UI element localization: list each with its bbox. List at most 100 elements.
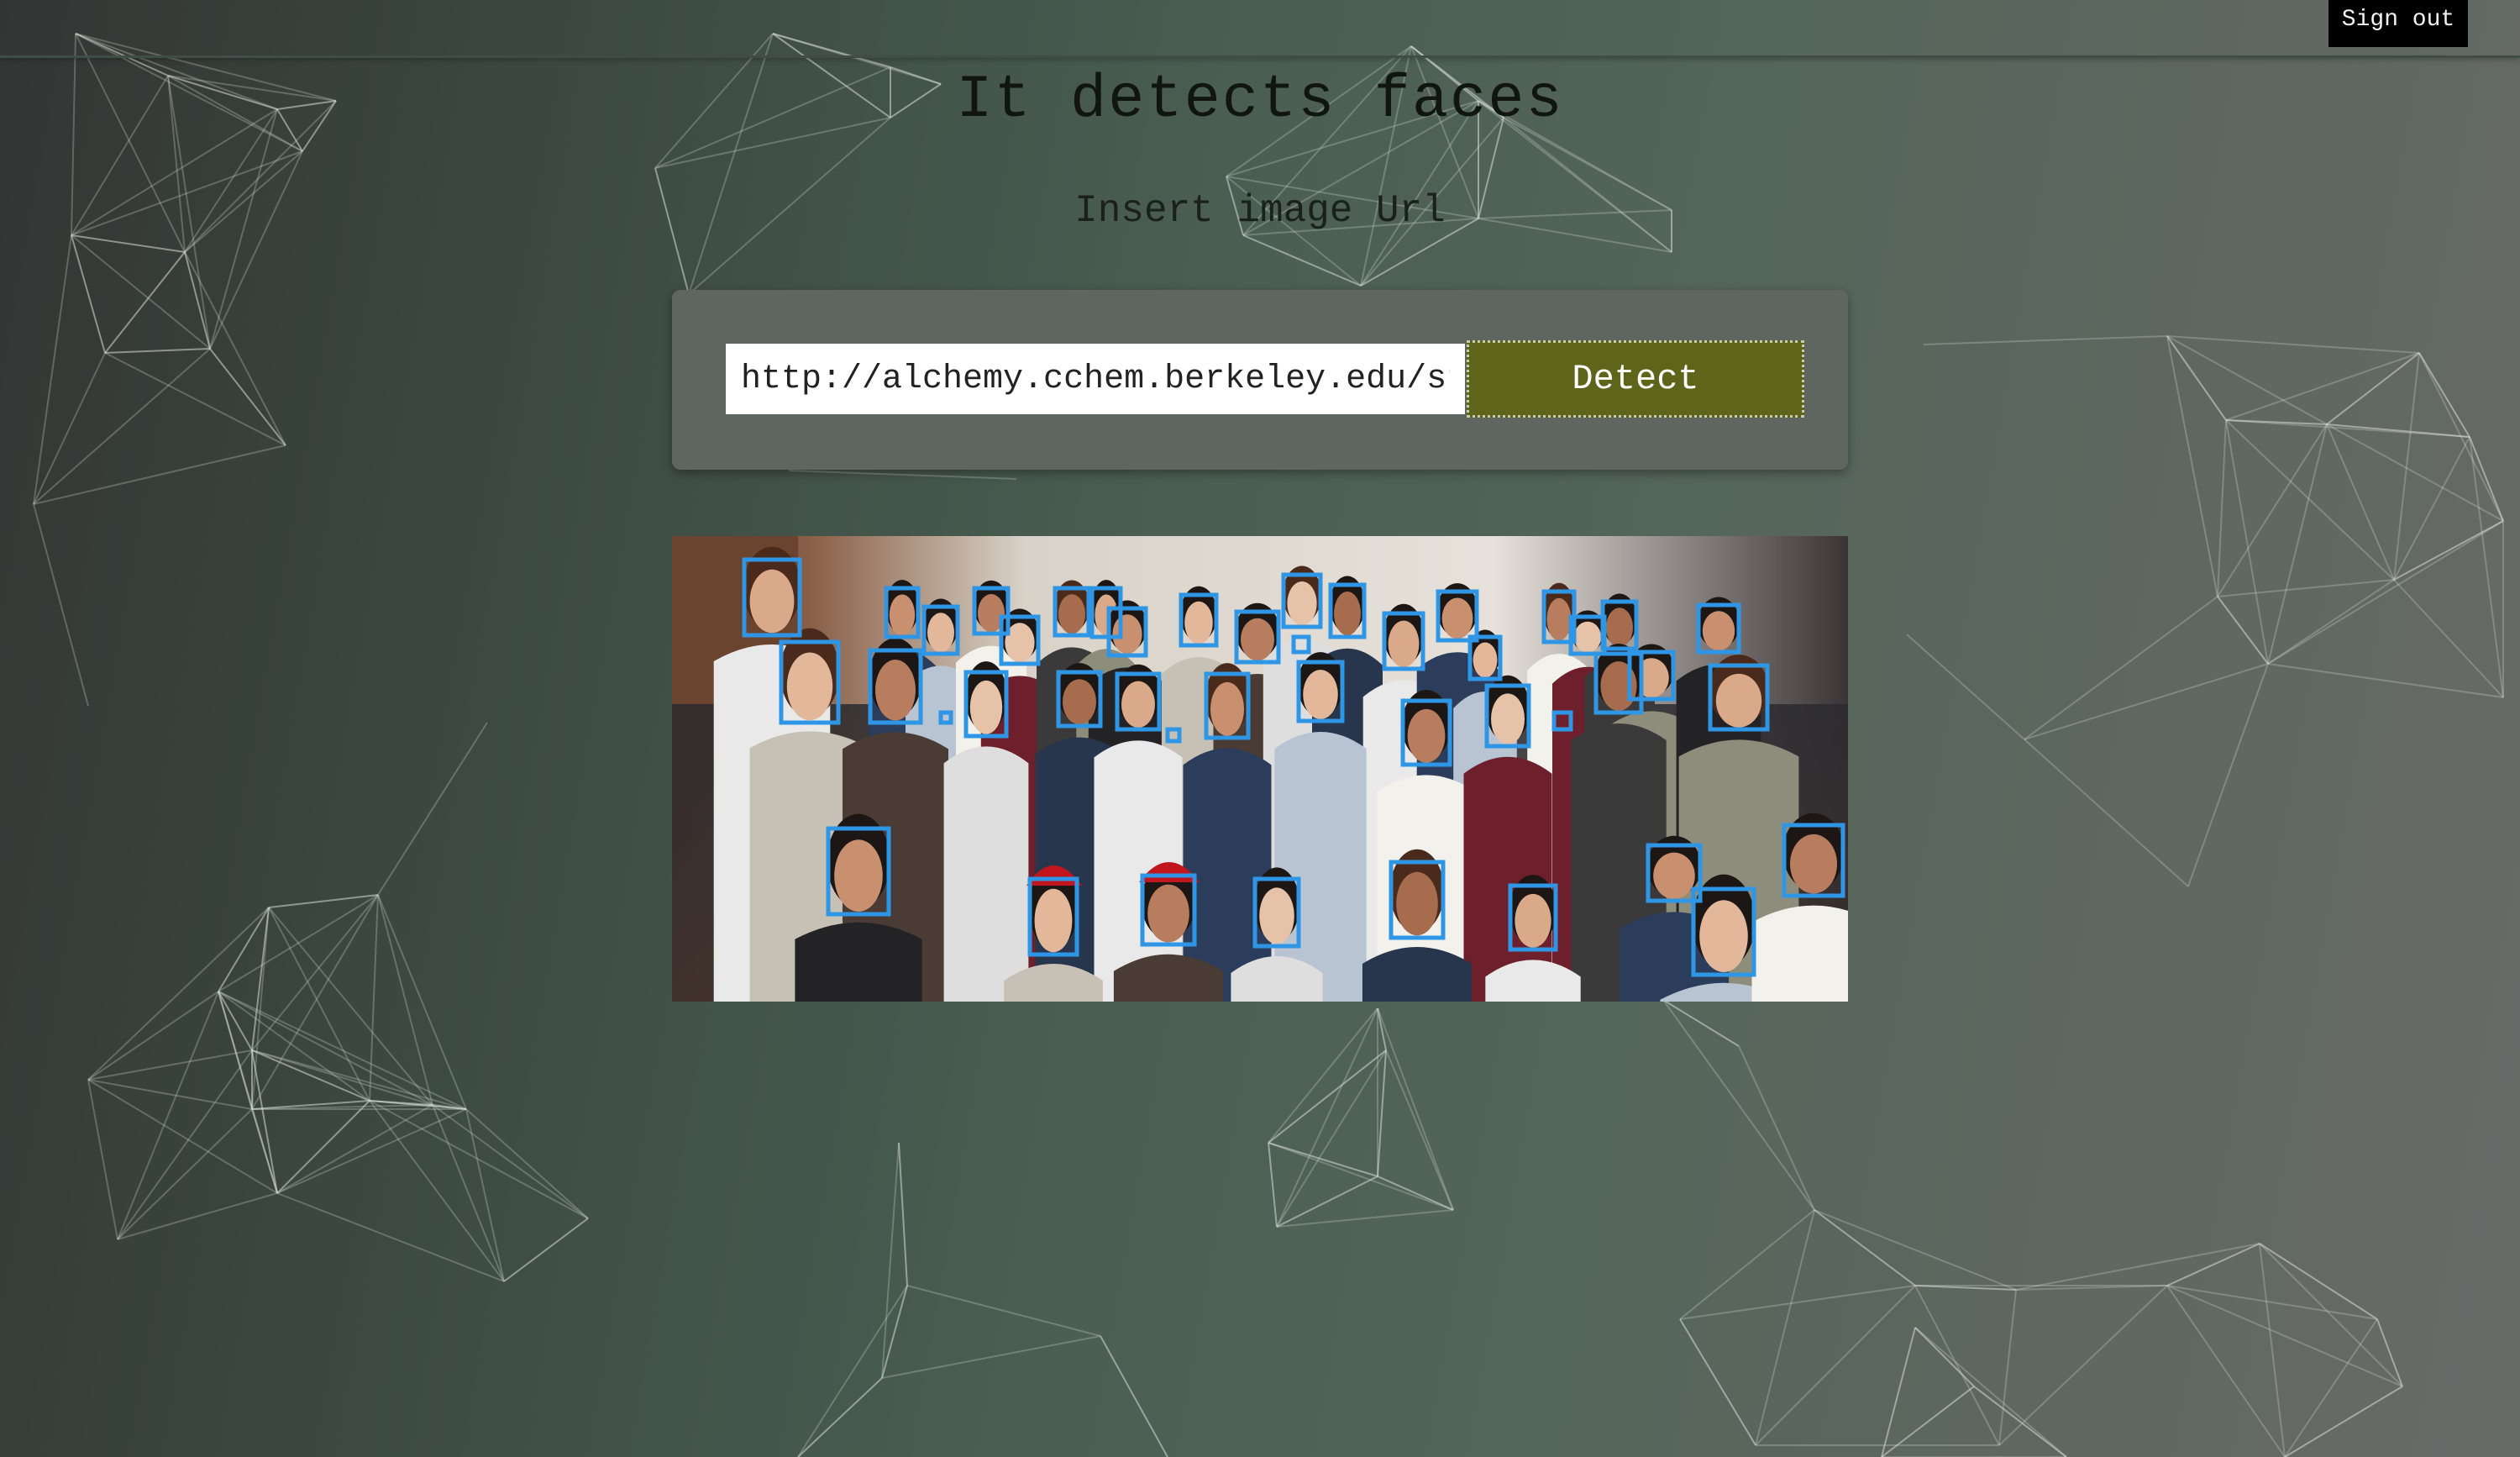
network-line [276, 1108, 467, 1194]
network-line [117, 991, 219, 1240]
network-line [2015, 1243, 2260, 1291]
person-face [1259, 887, 1294, 944]
network-line [1814, 1209, 1916, 1286]
network-line [2393, 436, 2470, 581]
network-line [1100, 1335, 1168, 1457]
network-line [2267, 520, 2504, 665]
person-face [1606, 608, 1633, 648]
network-line [2326, 423, 2395, 581]
network-line [87, 1049, 253, 1081]
network-line [881, 1335, 1101, 1379]
network-line [117, 1049, 253, 1240]
network-line [2284, 1386, 2403, 1457]
network-line [33, 348, 211, 505]
network-line [377, 894, 467, 1110]
person-face [1546, 597, 1572, 641]
person-face [1184, 601, 1213, 644]
person-face [1715, 673, 1762, 728]
person-body [943, 746, 1029, 1002]
network-line [2217, 419, 2227, 597]
network-line [104, 352, 286, 446]
network-line [2418, 352, 2470, 438]
person-face [749, 569, 795, 634]
network-line [2166, 335, 2420, 354]
network-line [2267, 663, 2504, 698]
network-line [71, 234, 106, 354]
person-face [1407, 708, 1446, 763]
person-face [1063, 679, 1096, 725]
network-line [1377, 1049, 1387, 1177]
network-line [369, 1100, 589, 1219]
network-line [2225, 352, 2420, 421]
network-line [2284, 1318, 2378, 1457]
network-line [2217, 579, 2395, 597]
person-face [1790, 834, 1837, 894]
network-line [1679, 1318, 1756, 1446]
network-line [1881, 1386, 1975, 1457]
person-face [1034, 888, 1073, 953]
network-line [2024, 596, 2218, 740]
network-line [1268, 1142, 1454, 1211]
person-face [1147, 884, 1189, 943]
network-line [104, 251, 186, 354]
page-title: It detects faces [956, 66, 1564, 134]
person-face [969, 680, 1003, 734]
person-face [1287, 581, 1317, 626]
network-line [268, 907, 433, 1106]
person-face [1241, 618, 1274, 661]
sign-out-button[interactable]: Sign out [2328, 0, 2468, 47]
network-line [33, 444, 286, 505]
network-line [251, 1049, 433, 1106]
network-line [1662, 999, 1815, 1211]
person-face [1441, 597, 1473, 639]
network-line [2166, 335, 2328, 425]
network-line [2326, 352, 2420, 425]
person-face [1574, 621, 1601, 653]
network-line [1973, 1386, 2067, 1457]
person-body [795, 922, 922, 1002]
person-face [1334, 592, 1361, 636]
network-line [2267, 579, 2395, 665]
network-line [2225, 419, 2395, 581]
network-line [2166, 1285, 2378, 1320]
network-line [87, 991, 219, 1081]
person-face [889, 594, 916, 636]
network-line [276, 1104, 433, 1194]
network-line [789, 470, 1017, 480]
network-line [209, 348, 286, 446]
image-url-input[interactable] [726, 344, 1465, 414]
network-line [2024, 663, 2269, 740]
network-line [1814, 1209, 2017, 1291]
network-line [2166, 1243, 2260, 1286]
network-line [2259, 1243, 2403, 1387]
network-line [1923, 335, 2168, 345]
person-face [1388, 620, 1420, 668]
network-line [218, 991, 467, 1110]
network-line [2166, 335, 2218, 597]
network-line [2326, 423, 2470, 438]
person-face [1515, 893, 1551, 948]
instruction-heading: Insert image Url [1074, 189, 1446, 233]
network-line [369, 894, 379, 1102]
network-line [898, 1142, 908, 1286]
person-face [1303, 670, 1338, 719]
network-line [1914, 1327, 1975, 1387]
network-line [1998, 1289, 2017, 1446]
network-line [797, 1285, 908, 1457]
person-face [1699, 900, 1748, 972]
network-line [1276, 1209, 1454, 1228]
network-line [1268, 1142, 1378, 1177]
network-line [87, 907, 270, 1081]
network-line [1385, 1049, 1454, 1211]
network-line [104, 348, 211, 354]
person-body [1751, 905, 1848, 1002]
network-line [71, 234, 211, 350]
person-face [875, 660, 916, 721]
person-face [1653, 852, 1695, 900]
person-face [1112, 614, 1142, 655]
person-face [1058, 594, 1085, 634]
detect-button[interactable]: Detect [1467, 340, 1804, 418]
url-form-panel: Detect [672, 290, 1848, 470]
person-face [1473, 642, 1498, 678]
network-line [2217, 596, 2269, 665]
